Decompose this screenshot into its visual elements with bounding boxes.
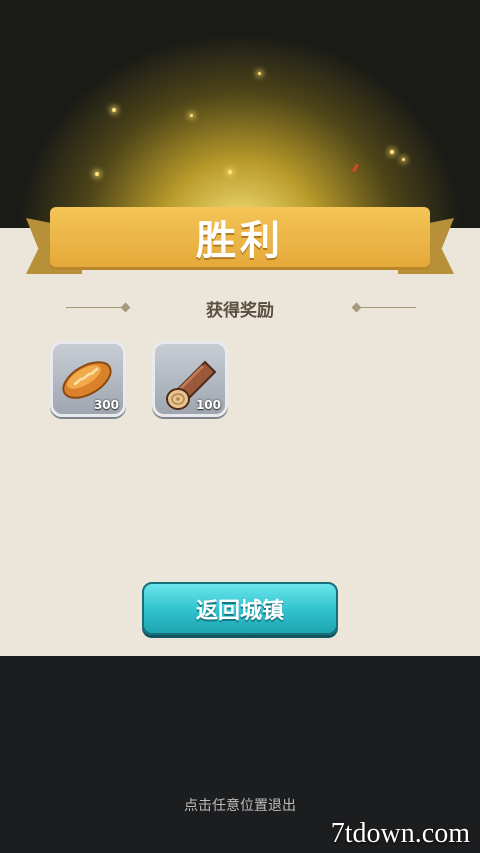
sparkle (112, 108, 116, 112)
sparkle (190, 114, 193, 117)
victory-glow-background (0, 0, 480, 230)
watermark: 7tdown.com (330, 818, 470, 849)
victory-banner: 胜利 (50, 207, 430, 267)
confetti (352, 163, 359, 173)
tap-to-exit-hint: 点击任意位置退出 (184, 798, 296, 814)
reward-count: 300 (93, 398, 119, 412)
sparkle (258, 72, 261, 75)
sparkle (402, 158, 405, 161)
reward-item-log[interactable]: 100 (152, 341, 228, 417)
reward-item-bread[interactable]: 300 (50, 341, 126, 417)
reward-count: 100 (195, 398, 221, 412)
rewards-heading: 获得奖励 (206, 301, 274, 321)
victory-title: 胜利 (196, 218, 284, 264)
divider-right (356, 307, 416, 308)
return-to-town-button[interactable]: 返回城镇 (142, 582, 338, 635)
divider-left (66, 307, 126, 308)
sparkle (228, 170, 232, 174)
sparkle (95, 172, 99, 176)
sparkle (390, 150, 394, 154)
return-button-label: 返回城镇 (195, 598, 284, 624)
